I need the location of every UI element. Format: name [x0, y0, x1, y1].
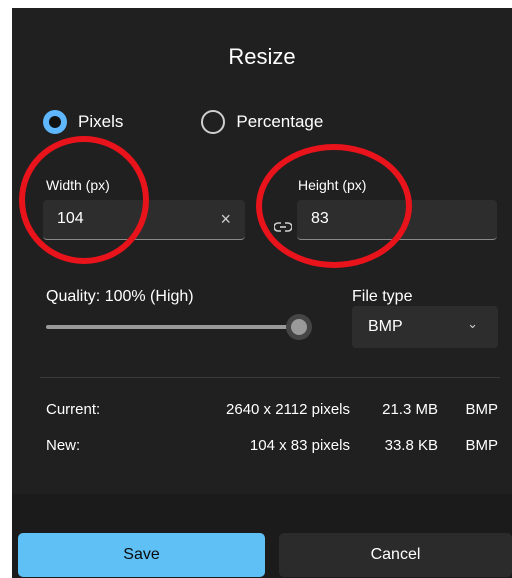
annotation-circle-width — [19, 136, 149, 264]
percentage-radio[interactable]: Percentage — [201, 110, 323, 134]
clear-icon[interactable]: × — [220, 209, 231, 230]
dialog-title: Resize — [228, 44, 296, 69]
file-type-select[interactable]: BMP ⌄ — [352, 306, 498, 348]
current-info-row: Current: 2640 x 2112 pixels 21.3 MB BMP — [46, 401, 498, 423]
radio-checked-icon — [43, 110, 67, 134]
resize-mode-group: Pixels Percentage — [43, 110, 323, 134]
new-label: New: — [46, 437, 81, 454]
pixels-radio[interactable]: Pixels — [43, 110, 123, 134]
radio-unchecked-icon — [201, 110, 226, 134]
percentage-radio-label: Percentage — [236, 112, 324, 131]
cancel-button[interactable]: Cancel — [279, 533, 512, 577]
quality-slider-thumb[interactable] — [286, 314, 312, 340]
new-info-row: New: 104 x 83 pixels 33.8 KB BMP — [46, 437, 498, 459]
file-type-label: File type — [352, 288, 413, 305]
quality-label: Quality: 100% (High) — [46, 288, 194, 305]
new-type: BMP — [465, 437, 498, 454]
current-label: Current: — [46, 401, 101, 418]
file-type-value: BMP — [368, 318, 403, 335]
divider — [40, 377, 500, 378]
resize-dialog: Resize Pixels Percentage Width (px) × He… — [12, 8, 512, 578]
current-size: 21.3 MB — [382, 401, 438, 418]
quality-slider-track[interactable] — [46, 325, 300, 329]
chevron-down-icon: ⌄ — [467, 316, 478, 331]
current-type: BMP — [465, 401, 498, 418]
annotation-circle-height — [256, 144, 412, 268]
new-size: 33.8 KB — [384, 437, 438, 454]
save-button[interactable]: Save — [18, 533, 265, 577]
pixels-radio-label: Pixels — [78, 112, 124, 131]
current-dimensions: 2640 x 2112 pixels — [226, 401, 350, 418]
new-dimensions: 104 x 83 pixels — [249, 437, 350, 454]
